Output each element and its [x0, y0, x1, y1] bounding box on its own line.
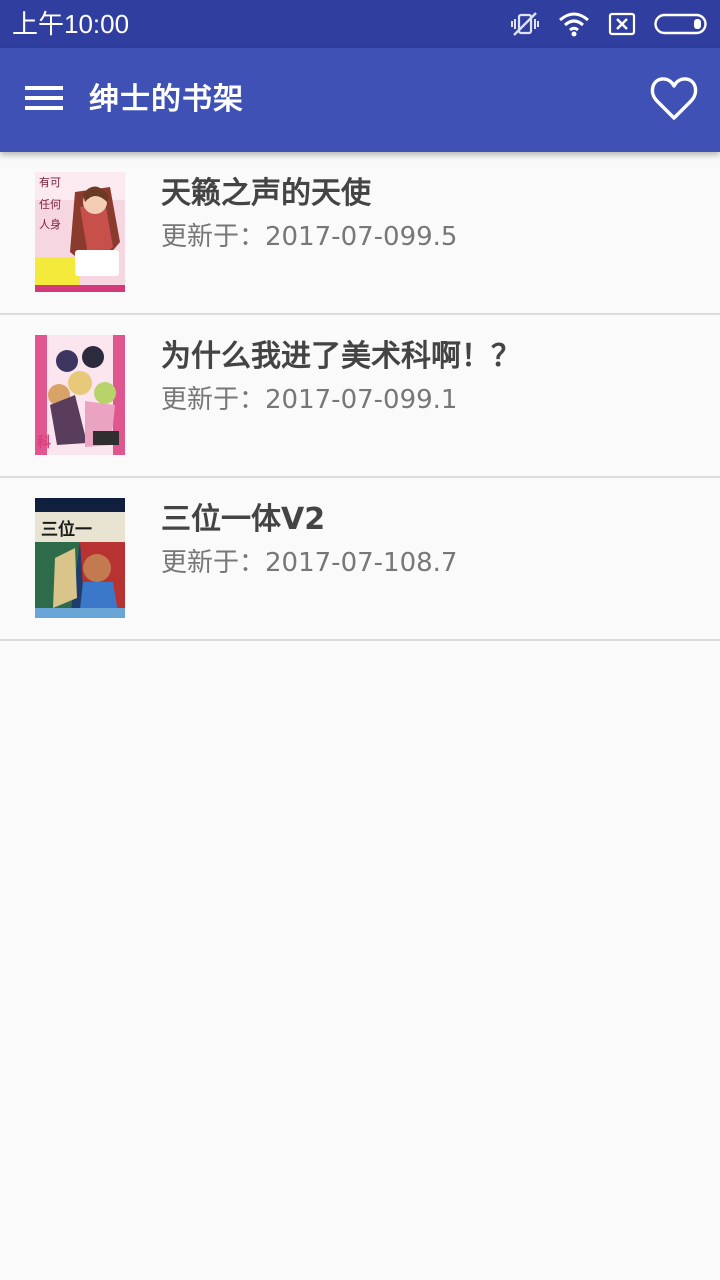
book-cover-image: 三位一 [35, 498, 125, 618]
status-time: 上午10:00 [12, 9, 130, 39]
update-label: 更新于： [161, 222, 266, 252]
sim-x-icon [608, 12, 636, 36]
svg-text:人身: 人身 [39, 217, 61, 231]
battery-icon [654, 12, 708, 36]
update-value: 2017-07-099.5 [265, 222, 458, 252]
list-item[interactable]: 三位一 三位一体V2 更新于：2017-07-108.7 [0, 478, 720, 641]
favorite-button[interactable] [642, 72, 706, 130]
bookshelf-list: 有可 任何 人身 天籁之声的天使 更新于：2017-07-099.5 科 为什么… [0, 152, 720, 641]
book-update-info: 更新于：2017-07-099.1 [161, 382, 457, 418]
book-update-info: 更新于：2017-07-108.7 [161, 545, 457, 581]
wifi-icon [558, 11, 590, 37]
menu-button[interactable] [14, 72, 74, 128]
book-title: 天籁之声的天使 [161, 176, 371, 211]
svg-text:有可: 有可 [39, 175, 61, 189]
book-cover-image: 科 [35, 335, 125, 455]
update-value: 2017-07-108.7 [265, 548, 458, 578]
vibrate-off-icon [510, 10, 540, 38]
book-title: 为什么我进了美术科啊！？ [161, 339, 521, 374]
update-value: 2017-07-099.1 [265, 385, 458, 415]
app-bar: 绅士的书架 [0, 48, 720, 152]
svg-text:科: 科 [37, 434, 51, 451]
update-label: 更新于： [161, 548, 266, 578]
status-icons [510, 10, 708, 38]
book-update-info: 更新于：2017-07-099.5 [161, 219, 457, 255]
list-item[interactable]: 科 为什么我进了美术科啊！？ 更新于：2017-07-099.1 [0, 315, 720, 478]
svg-text:任何: 任何 [39, 198, 61, 211]
heart-outline-icon [649, 76, 699, 126]
list-item[interactable]: 有可 任何 人身 天籁之声的天使 更新于：2017-07-099.5 [0, 152, 720, 315]
status-bar: 上午10:00 [0, 0, 720, 48]
menu-icon [25, 84, 63, 116]
book-title: 三位一体V2 [161, 502, 326, 537]
page-title: 绅士的书架 [89, 82, 244, 117]
update-label: 更新于： [161, 385, 266, 415]
svg-text:三位一: 三位一 [41, 519, 92, 540]
book-cover-image: 有可 任何 人身 [35, 172, 125, 292]
